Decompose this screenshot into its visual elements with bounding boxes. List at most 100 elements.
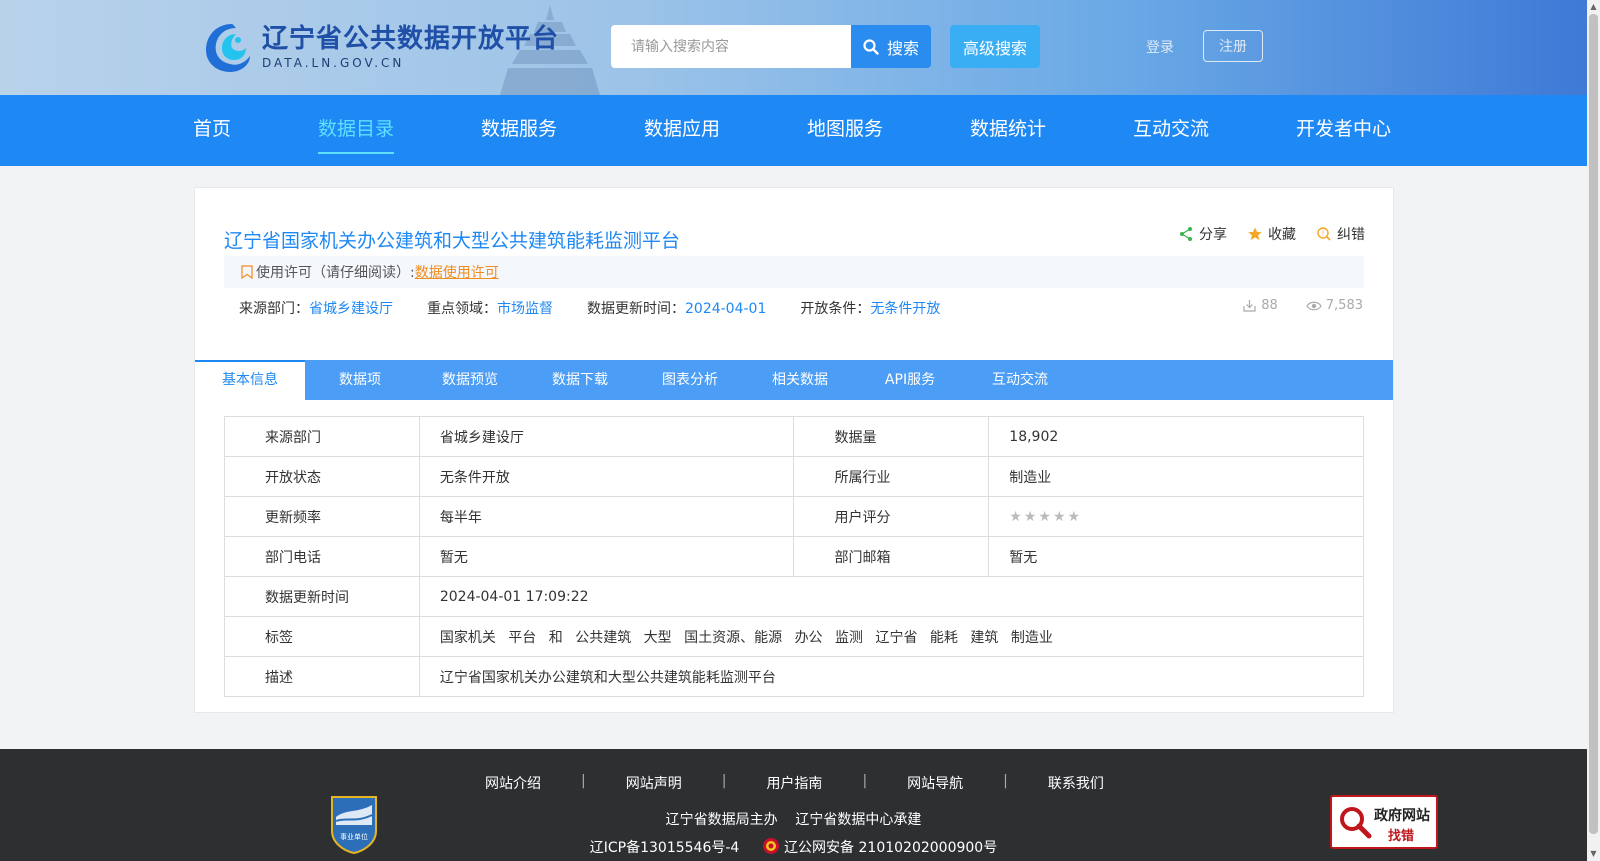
tag: 国土资源、能源 (684, 629, 783, 646)
icp-record[interactable]: 辽ICP备13015546号-4 (590, 840, 740, 856)
rating-value[interactable]: ★★★★★ (988, 496, 1364, 537)
tag: 公共建筑 (575, 629, 632, 646)
police-record[interactable]: 辽公网安备 21010202000900号 (784, 840, 997, 856)
dataset-meta: 来源部门：省城乡建设厅 重点领域：市场监督 数据更新时间：2024-04-01 … (239, 298, 974, 318)
open-status-label: 开放状态 (224, 456, 420, 497)
tab-data-download[interactable]: 数据下载 (525, 360, 635, 400)
tab-basic-info[interactable]: 基本信息 (195, 360, 305, 400)
scroll-down-arrow-icon[interactable]: ▼ (1589, 849, 1598, 859)
frequency-value: 每半年 (418, 496, 795, 537)
nav-item-map-services[interactable]: 地图服务 (807, 95, 883, 166)
footer-separator: | (721, 773, 727, 789)
source-dept-value: 省城乡建设厅 (418, 416, 795, 457)
tab-data-preview[interactable]: 数据预览 (415, 360, 525, 400)
favorite-button[interactable]: 收藏 (1247, 224, 1296, 244)
register-button[interactable]: 注册 (1203, 30, 1263, 62)
tab-interaction[interactable]: 互动交流 (965, 360, 1075, 400)
correct-button[interactable]: ! 纠错 (1316, 224, 1365, 244)
phone-value: 暂无 (418, 536, 795, 577)
dataset-header: 辽宁省国家机关办公建筑和大型公共建筑能耗监测平台 分享 收藏 ! 纠错 使用许可… (195, 188, 1393, 343)
data-volume-label: 数据量 (793, 416, 990, 457)
data-volume-value: 18,902 (988, 416, 1364, 457)
page-scrollbar[interactable]: ▲ ▼ (1587, 0, 1600, 861)
tab-related-data[interactable]: 相关数据 (745, 360, 855, 400)
nav-item-data-stats[interactable]: 数据统计 (970, 95, 1046, 166)
footer-link-contact[interactable]: 联系我们 (1048, 773, 1104, 793)
view-count-value: 7,583 (1325, 298, 1363, 313)
meta-domain-value[interactable]: 市场监督 (497, 301, 553, 317)
phone-label: 部门电话 (224, 536, 420, 577)
table-row: 数据更新时间 2024-04-01 17:09:22 (224, 576, 1365, 617)
share-label: 分享 (1199, 227, 1227, 243)
rating-label: 用户评分 (793, 496, 990, 537)
download-count: 88 (1242, 298, 1278, 313)
meta-updated-label: 数据更新时间： (587, 301, 685, 317)
meta-open-label: 开放条件： (800, 301, 871, 317)
tab-chart-analysis[interactable]: 图表分析 (635, 360, 745, 400)
error-report-icon: ! (1317, 227, 1331, 241)
meta-source-value[interactable]: 省城乡建设厅 (309, 301, 393, 317)
site-logo[interactable]: 辽宁省公共数据开放平台 DATA.LN.GOV.CN (202, 20, 559, 74)
footer-separator: | (862, 773, 868, 789)
tag: 能耗 (929, 629, 958, 646)
tags-label: 标签 (224, 616, 420, 657)
footer-link-guide[interactable]: 用户指南 (766, 773, 822, 793)
dataset-actions: 分享 收藏 ! 纠错 (1178, 224, 1365, 244)
frequency-label: 更新频率 (224, 496, 420, 537)
footer-separator: | (581, 773, 586, 789)
tag: 辽宁省 (875, 629, 918, 646)
search-button[interactable]: 搜索 (851, 25, 931, 68)
search-input[interactable] (611, 25, 851, 68)
basic-info-table: 来源部门 省城乡建设厅 数据量 18,902 开放状态 无条件开放 所属行业 制… (224, 416, 1365, 697)
gov-error-title: 政府网站 (1374, 808, 1430, 824)
site-footer: 事业单位 网站介绍 | 网站声明 | 用户指南 | 网站导航 | 联系我们 辽宁… (0, 749, 1587, 861)
correct-label: 纠错 (1337, 227, 1365, 243)
magnifier-icon (1340, 807, 1372, 839)
license-prefix: 使用许可（请仔细阅读）: (256, 265, 415, 281)
login-link[interactable]: 登录 (1146, 37, 1174, 57)
footer-link-sitemap[interactable]: 网站导航 (907, 773, 963, 793)
site-header: 辽宁省公共数据开放平台 DATA.LN.GOV.CN 搜索 高级搜索 登录 注册 (0, 0, 1600, 95)
advanced-search-button[interactable]: 高级搜索 (950, 25, 1040, 68)
nav-item-developer[interactable]: 开发者中心 (1296, 95, 1391, 166)
industry-value: 制造业 (988, 456, 1364, 497)
footer-links: 网站介绍 | 网站声明 | 用户指南 | 网站导航 | 联系我们 (485, 773, 1104, 793)
footer-builder: 辽宁省数据中心承建 (795, 812, 922, 828)
description-value: 辽宁省国家机关办公建筑和大型公共建筑能耗监测平台 (418, 656, 1365, 697)
table-row: 开放状态 无条件开放 所属行业 制造业 (224, 456, 1364, 497)
table-row: 描述 辽宁省国家机关办公建筑和大型公共建筑能耗监测平台 (224, 656, 1365, 697)
svg-text:!: ! (1322, 230, 1325, 238)
tab-api-service[interactable]: API服务 (855, 360, 965, 400)
nav-item-data-catalog[interactable]: 数据目录 (318, 95, 395, 166)
footer-link-about[interactable]: 网站介绍 (485, 773, 541, 793)
nav-item-interaction[interactable]: 互动交流 (1133, 95, 1209, 166)
tab-data-items[interactable]: 数据项 (305, 360, 415, 400)
table-row: 标签 国家机关 平台 和 公共建筑 大型 国土资源、能源 办公 监测 辽宁省 能… (224, 616, 1365, 657)
gov-site-error-report[interactable]: 政府网站 找错 (1330, 795, 1438, 849)
nav-item-home[interactable]: 首页 (193, 95, 231, 166)
license-bar: 使用许可（请仔细阅读）: 数据使用许可 (224, 256, 1364, 288)
tag: 大型 (643, 629, 672, 646)
scroll-thumb[interactable] (1589, 14, 1598, 834)
tag: 办公 (794, 629, 823, 646)
license-link[interactable]: 数据使用许可 (415, 262, 499, 282)
favorite-label: 收藏 (1268, 227, 1296, 243)
share-button[interactable]: 分享 (1178, 224, 1227, 244)
main-nav: 首页 数据目录 数据服务 数据应用 地图服务 数据统计 互动交流 开发者中心 (0, 95, 1587, 166)
table-row: 更新频率 每半年 用户评分 ★★★★★ (224, 496, 1364, 537)
rating-stars[interactable]: ★★★★★ (1009, 509, 1082, 525)
meta-source-label: 来源部门： (239, 301, 309, 317)
bookmark-icon (241, 265, 253, 279)
update-time-label: 数据更新时间 (224, 576, 420, 617)
nav-item-data-services[interactable]: 数据服务 (481, 95, 557, 166)
eye-icon (1306, 301, 1322, 311)
scroll-up-arrow-icon[interactable]: ▲ (1589, 2, 1598, 12)
nav-item-data-apps[interactable]: 数据应用 (644, 95, 720, 166)
dataset-stats: 88 7,583 (1242, 298, 1363, 313)
footer-link-statement[interactable]: 网站声明 (626, 773, 682, 793)
email-value: 暂无 (988, 536, 1364, 577)
tag: 国家机关 (439, 629, 496, 646)
tag: 建筑 (970, 629, 999, 646)
share-icon (1180, 227, 1192, 241)
logo-icon (206, 24, 250, 72)
